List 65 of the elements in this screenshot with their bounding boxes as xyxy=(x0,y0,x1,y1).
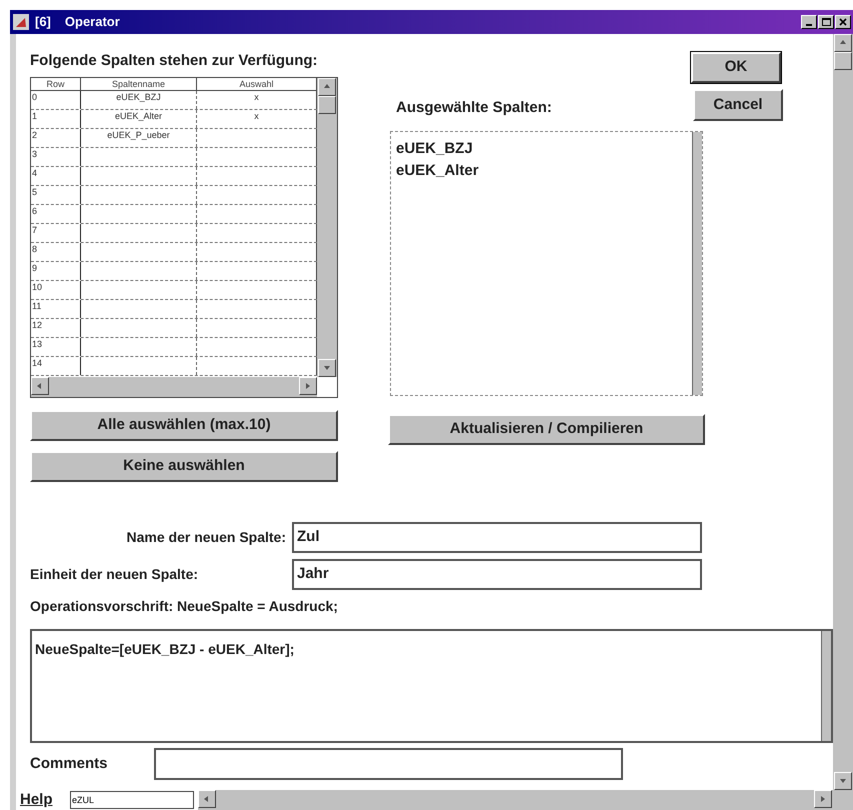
table-cell: 10 xyxy=(31,281,81,299)
table-cell: 4 xyxy=(31,167,81,185)
status-field[interactable]: eZUL xyxy=(70,791,194,809)
table-cell: 0 xyxy=(31,91,81,109)
scroll-right-button[interactable] xyxy=(814,790,832,808)
scroll-left-button[interactable] xyxy=(31,377,49,395)
maximize-button[interactable] xyxy=(818,15,834,29)
table-cell: eUEK_BZJ xyxy=(81,91,197,109)
vertical-scrollbar[interactable] xyxy=(692,132,702,395)
selected-columns-list[interactable]: eUEK_BZJ eUEK_Alter xyxy=(390,131,703,396)
select-all-button[interactable]: Alle auswählen (max.10) xyxy=(30,410,338,441)
vertical-scrollbar[interactable] xyxy=(317,78,337,377)
comments-label: Comments xyxy=(30,754,109,774)
window-title: Operator xyxy=(64,13,120,32)
ok-button[interactable]: OK xyxy=(691,52,781,83)
list-item[interactable]: eUEK_BZJ xyxy=(396,138,692,160)
table-cell: eUEK_Alter xyxy=(81,110,197,128)
table-cell: 12 xyxy=(31,319,81,337)
field-label: Einheit der neuen Spalte: xyxy=(30,565,200,584)
field-label: Name der neuen Spalte: xyxy=(126,528,286,547)
scroll-thumb[interactable] xyxy=(318,96,336,114)
table-cell: 9 xyxy=(31,262,81,280)
scroll-up-button[interactable] xyxy=(318,78,336,96)
scroll-down-button[interactable] xyxy=(834,772,852,790)
table-cell: 14 xyxy=(31,357,81,375)
comments-field[interactable] xyxy=(154,748,623,780)
table-cell: 1 xyxy=(31,110,81,128)
table-cell: 6 xyxy=(31,205,81,223)
unit-field[interactable]: Jahr xyxy=(292,559,702,590)
scroll-up-button[interactable] xyxy=(834,34,852,52)
scroll-thumb[interactable] xyxy=(834,52,852,70)
close-icon xyxy=(839,18,847,26)
app-icon xyxy=(13,14,29,30)
vertical-scrollbar[interactable] xyxy=(833,34,853,790)
selected-columns-heading: Ausgewählte Spalten: xyxy=(396,98,553,118)
cancel-button[interactable]: Cancel xyxy=(693,89,783,121)
horizontal-scrollbar[interactable] xyxy=(31,377,317,397)
name-field[interactable]: Zul xyxy=(292,522,702,553)
scroll-left-button[interactable] xyxy=(198,790,216,808)
window-number: [6] xyxy=(35,13,51,32)
select-none-button[interactable]: Keine auswählen xyxy=(30,451,338,482)
vertical-scrollbar[interactable] xyxy=(821,631,831,741)
scroll-right-button[interactable] xyxy=(299,377,317,395)
table-cell: eUEK_P_ueber xyxy=(81,129,197,147)
scroll-down-button[interactable] xyxy=(318,359,336,377)
horizontal-scrollbar[interactable] xyxy=(198,790,832,810)
close-button[interactable] xyxy=(835,15,851,29)
expression-text: NeueSpalte=[eUEK_BZJ - eUEK_Alter]; xyxy=(34,640,296,659)
table-cell: 13 xyxy=(31,338,81,356)
minimize-button[interactable] xyxy=(801,15,817,29)
table-cell: 7 xyxy=(31,224,81,242)
table-cell: 11 xyxy=(31,300,81,318)
list-item[interactable]: eUEK_Alter xyxy=(396,160,692,182)
expression-field[interactable]: NeueSpalte=[eUEK_BZJ - eUEK_Alter]; xyxy=(30,629,833,743)
available-columns-heading: Folgende Spalten stehen zur Verfügung: xyxy=(30,51,318,71)
table-cell: 5 xyxy=(31,186,81,204)
size-grip[interactable] xyxy=(832,790,853,810)
operation-rule-label: Operationsvorschrift: NeueSpalte = Ausdruck; xyxy=(30,597,339,616)
help-link[interactable]: Help xyxy=(20,788,70,810)
table-cell: 2 xyxy=(31,129,81,147)
table-cell: 3 xyxy=(31,148,81,166)
column-header[interactable]: Row xyxy=(31,78,81,90)
table-cell: 8 xyxy=(31,243,81,261)
update-button[interactable]: Aktualisieren / Compilieren xyxy=(388,414,705,445)
column-header[interactable]: Spaltenname xyxy=(81,78,197,90)
